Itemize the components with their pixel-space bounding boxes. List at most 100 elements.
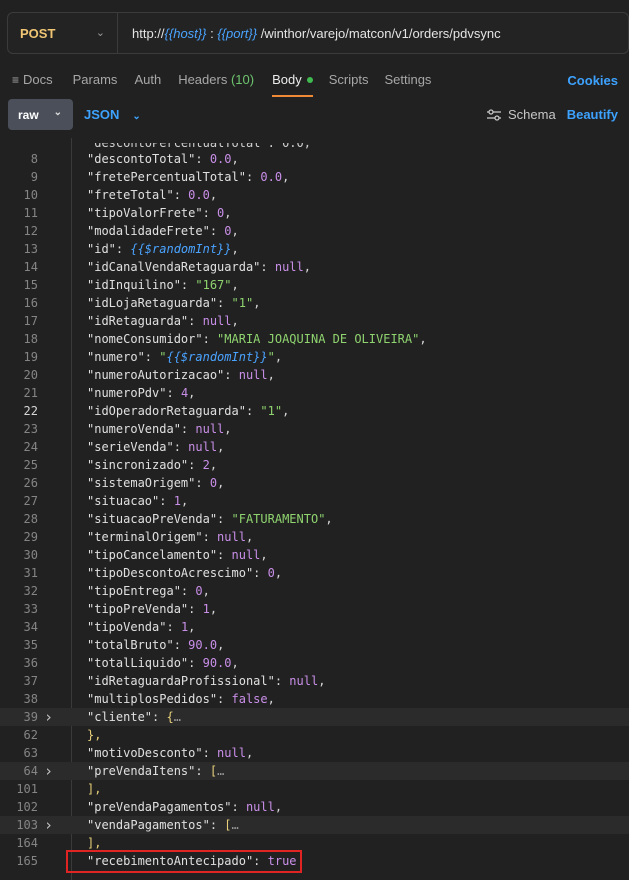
json-key: "descontoTotal" [87, 152, 196, 166]
json-key: "preVendaItens" [87, 764, 196, 778]
json-value: 0.0 [260, 170, 283, 184]
tab-body[interactable]: Body [264, 72, 321, 97]
line-number: 64 [23, 764, 38, 778]
json-key: "idOperadorRetaguarda" [87, 404, 246, 418]
json-value: "167" [195, 278, 232, 292]
folded-ellipsis: … [217, 764, 225, 778]
line-number: 22 [23, 404, 38, 418]
code-text: "vendaPagamentos": [… [87, 816, 239, 834]
colon: : [152, 710, 167, 724]
colon: : [209, 224, 225, 238]
fold-chevron-icon[interactable]: › [44, 762, 53, 780]
code-line: 14 "idCanalVendaRetaguarda": null, [0, 258, 629, 276]
request-url-bar: POST ⌄ http://{{host}} : {{port}} /winth… [7, 12, 629, 54]
code-text: "numeroVenda": null, [87, 420, 232, 438]
code-text: "totalLiquido": 90.0, [87, 654, 239, 672]
json-value: null [238, 368, 268, 382]
tab-settings[interactable]: Settings [376, 72, 439, 87]
json-value: 0 [267, 566, 275, 580]
comma: , [209, 602, 218, 616]
fold-chevron-icon[interactable]: › [44, 708, 53, 726]
port-variable[interactable]: {{port}} [217, 26, 257, 41]
line-number: 35 [23, 638, 38, 652]
tab-params[interactable]: Params [65, 72, 126, 87]
code-line: 33 "tipoPreVenda": 1, [0, 600, 629, 618]
comma: , [253, 296, 261, 310]
line-number: 38 [23, 692, 38, 706]
code-text: "idRetaguardaProfissional": null, [87, 672, 325, 690]
code-line: 24 "serieVenda": null, [0, 438, 629, 456]
tab-headers-label: Headers [178, 71, 228, 87]
json-key: "tipoValorFrete" [87, 206, 203, 220]
line-number: 18 [23, 332, 38, 346]
code-line: 17 "idRetaguarda": null, [0, 312, 629, 330]
colon: : [217, 692, 232, 706]
tab-docs[interactable]: ≡ Docs [4, 72, 61, 87]
code-editor[interactable]: "descontoPercentualTotal": 0.0, 8 "descon… [0, 138, 629, 880]
line-number: 15 [23, 278, 38, 292]
cookies-link[interactable]: Cookies [567, 73, 618, 88]
comma: , [303, 260, 311, 274]
json-key: "totalBruto" [87, 638, 174, 652]
colon: : [224, 368, 239, 382]
beautify-button[interactable]: Beautify [567, 107, 618, 122]
json-value: null [245, 800, 275, 814]
code-text: "tipoEntrega": 0, [87, 582, 210, 600]
line-number: 14 [23, 260, 38, 274]
url-path: /winthor/varejo/matcon/v1/orders/pdvsync [257, 25, 501, 41]
colon: : [231, 800, 246, 814]
code-text: "idCanalVendaRetaguarda": null, [87, 258, 311, 276]
tab-auth[interactable]: Auth [126, 72, 169, 87]
url-input[interactable]: http://{{host}} : {{port}} /winthor/vare… [118, 26, 501, 41]
language-select[interactable]: JSON ⌄ [84, 107, 141, 122]
json-key: "tipoCancelamento" [87, 548, 218, 562]
url-colon: : [206, 25, 218, 41]
line-number: 39 [23, 710, 38, 724]
json-key: "serieVenda" [87, 440, 174, 454]
comma: , [217, 638, 225, 652]
comma: , [188, 620, 196, 634]
colon: : [195, 152, 210, 166]
folded-ellipsis: … [173, 710, 181, 724]
colon: : [253, 566, 268, 580]
code-text: }, [87, 726, 101, 744]
comma: , [267, 368, 275, 382]
comma: , [274, 350, 283, 364]
line-number: 23 [23, 422, 38, 436]
colon: : [173, 440, 189, 454]
json-key: "idRetaguarda" [87, 314, 189, 328]
code-text: "numeroAutorizacao": null, [87, 366, 275, 384]
colon: : [245, 170, 261, 184]
code-line: 30 "tipoCancelamento": null, [0, 546, 629, 564]
method-select[interactable]: POST ⌄ [8, 13, 118, 53]
line-number: 33 [23, 602, 38, 616]
fold-chevron-icon[interactable]: › [44, 816, 53, 834]
code-text: "idInquilino": "167", [87, 276, 239, 294]
code-line: 9 "fretePercentualTotal": 0.0, [0, 168, 629, 186]
json-value: 0 [224, 224, 232, 238]
tab-headers[interactable]: Headers (10) [170, 72, 262, 87]
tab-docs-label: Docs [23, 71, 53, 87]
host-variable[interactable]: {{host}} [165, 26, 207, 41]
code-text: ], [87, 780, 101, 798]
line-number: 26 [23, 476, 38, 490]
comma: , [245, 746, 254, 760]
code-line: 12 "modalidadeFrete": 0, [0, 222, 629, 240]
body-type-select[interactable]: raw ⌄ [8, 99, 73, 130]
code-line: 25 "sincronizado": 2, [0, 456, 629, 474]
line-number: 62 [23, 728, 38, 742]
schema-button[interactable]: Schema [486, 107, 556, 122]
code-text: "preVendaItens": [… [87, 762, 224, 780]
comma: , [217, 440, 225, 454]
json-key: "idInquilino" [87, 278, 181, 292]
json-value: null [289, 674, 319, 688]
code-text: "idRetaguarda": null, [87, 312, 239, 330]
code-line: 11 "tipoValorFrete": 0, [0, 204, 629, 222]
line-number: 103 [16, 818, 38, 832]
code-text: "freteTotal": 0.0, [87, 186, 217, 204]
line-number: 29 [23, 530, 38, 544]
code-text: "tipoDescontoAcrescimo": 0, [87, 564, 282, 582]
tab-scripts[interactable]: Scripts [321, 72, 377, 87]
colon: : [202, 746, 218, 760]
json-value: null [202, 314, 232, 328]
